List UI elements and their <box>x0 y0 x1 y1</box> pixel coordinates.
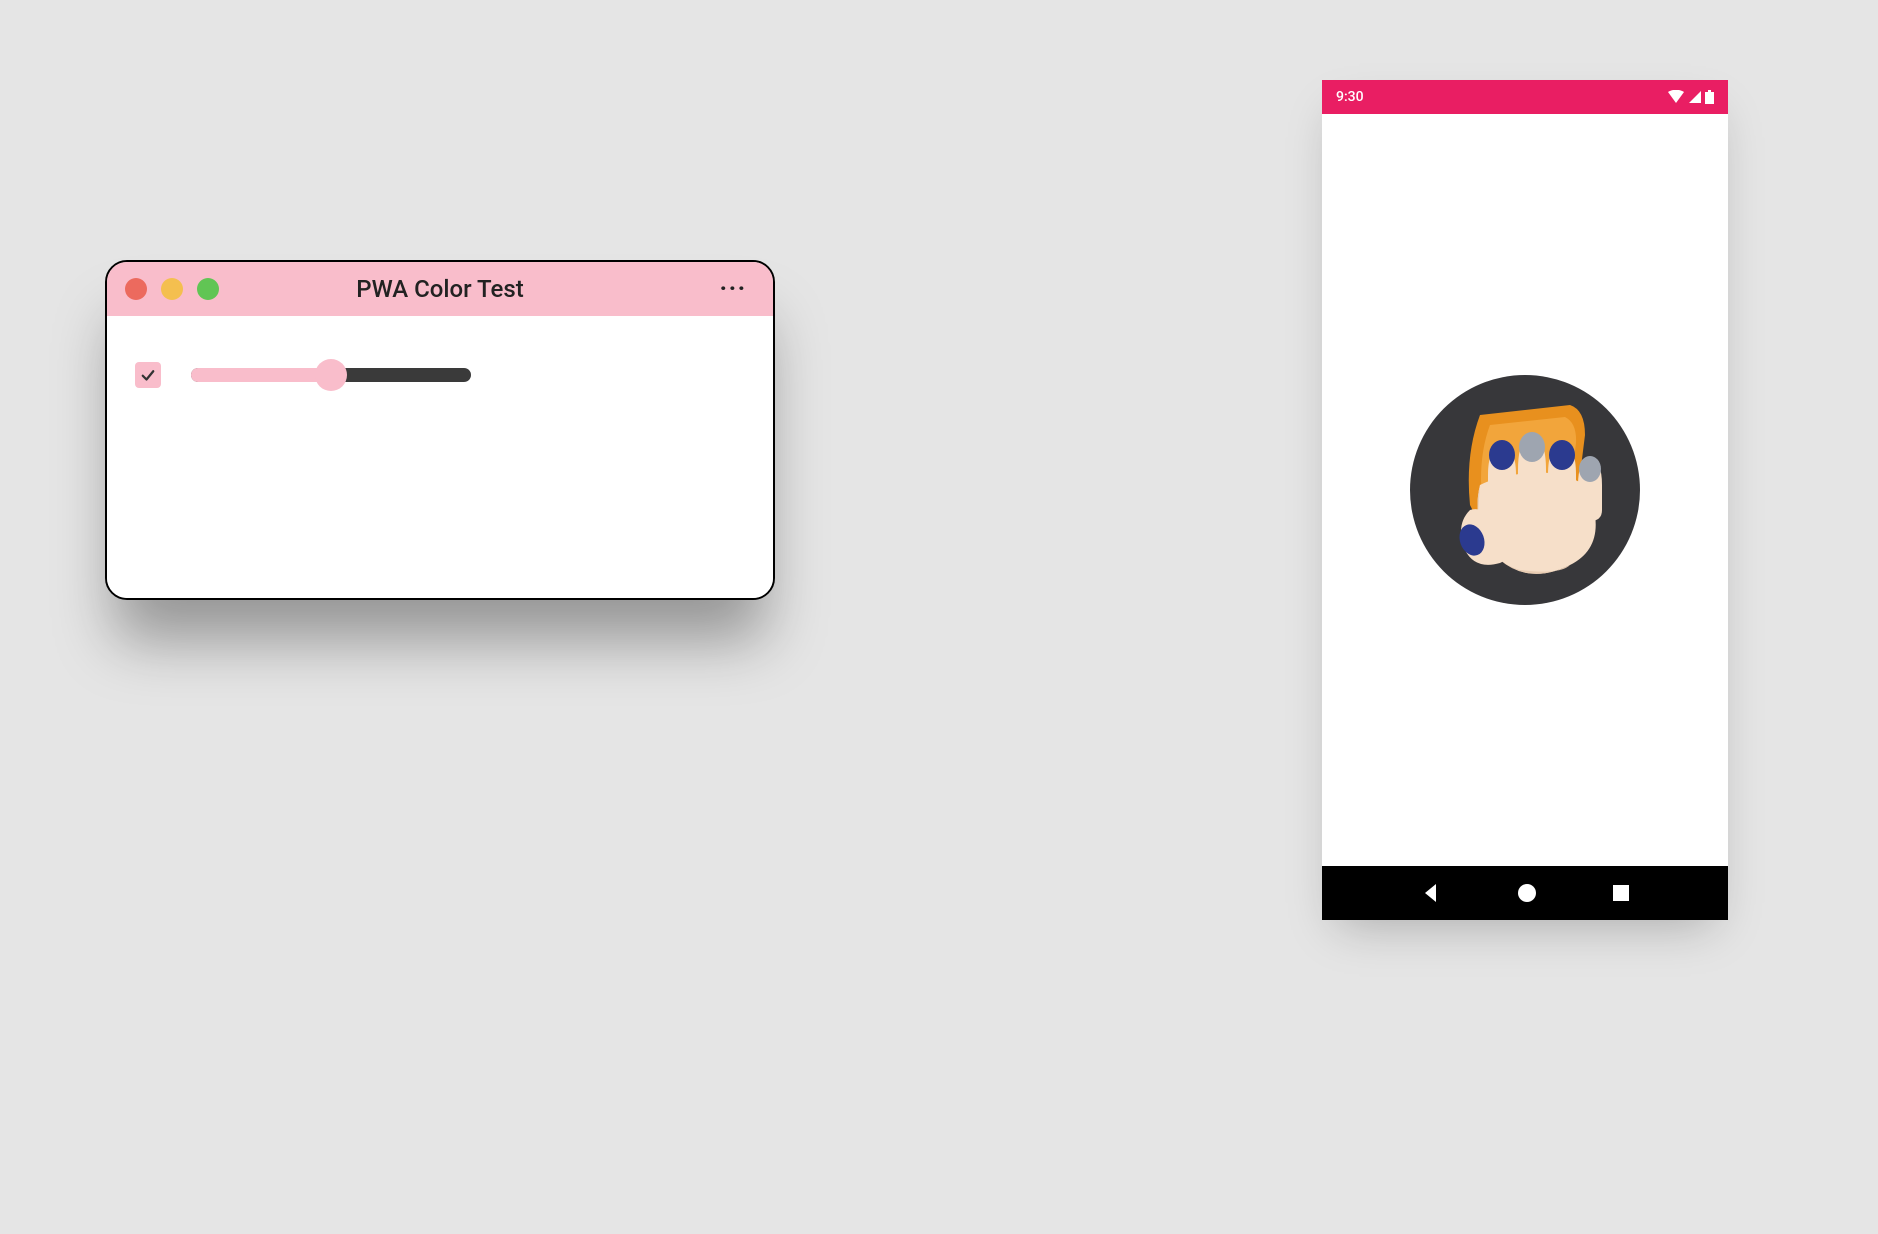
battery-icon <box>1705 90 1714 104</box>
minimize-traffic-light[interactable] <box>161 278 183 300</box>
mac-titlebar[interactable]: PWA Color Test ··· <box>107 262 773 316</box>
squoosh-hand-icon <box>1410 375 1640 605</box>
more-options-icon[interactable]: ··· <box>720 277 747 302</box>
maximize-traffic-light[interactable] <box>197 278 219 300</box>
status-time: 9:30 <box>1336 89 1364 105</box>
android-phone: 9:30 <box>1322 80 1728 920</box>
mac-pwa-window: PWA Color Test ··· <box>105 260 775 600</box>
close-traffic-light[interactable] <box>125 278 147 300</box>
traffic-lights <box>125 278 219 300</box>
slider-thumb[interactable] <box>315 359 347 391</box>
mac-window-body <box>107 316 773 598</box>
accent-checkbox[interactable] <box>135 362 161 388</box>
status-icons <box>1667 90 1714 104</box>
recent-apps-icon[interactable] <box>1612 884 1630 902</box>
accent-slider[interactable] <box>191 362 471 388</box>
slider-fill <box>191 368 331 382</box>
back-icon[interactable] <box>1420 882 1442 904</box>
wifi-icon <box>1667 90 1685 104</box>
squoosh-app-icon <box>1410 375 1640 605</box>
checkmark-icon <box>139 366 157 384</box>
signal-icon <box>1688 90 1702 104</box>
android-status-bar: 9:30 <box>1322 80 1728 114</box>
phone-splash-body <box>1322 114 1728 866</box>
android-nav-bar <box>1322 866 1728 920</box>
home-icon[interactable] <box>1517 883 1537 903</box>
